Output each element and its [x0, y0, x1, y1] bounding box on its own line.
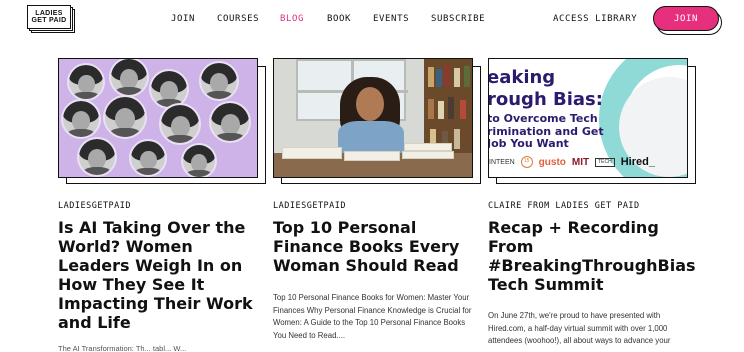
card-title[interactable]: Top 10 Personal Finance Books Every Woma… — [273, 218, 469, 275]
card-title[interactable]: Recap + Recording From #BreakingThroughB… — [488, 218, 696, 294]
card-thumbnail[interactable] — [58, 58, 268, 184]
banner-headline-line-1: eaking — [488, 67, 556, 88]
site-header: LADIES GET PAID JOIN COURSES BLOG BOOK E… — [0, 0, 744, 40]
sponsor-logo: INTEEN — [489, 158, 515, 166]
card-excerpt-cutoff: The AI Transformation: Th... tabl... W..… — [58, 344, 187, 352]
sponsor-logos: INTEEN 15 gusto MIT TECH Hired_ — [489, 155, 655, 169]
card-author: LADIESGETPAID — [58, 201, 132, 211]
blog-card-ai[interactable]: LADIESGETPAID Is AI Taking Over the Worl… — [58, 58, 266, 332]
nav-subscribe[interactable]: SUBSCRIBE — [431, 14, 485, 24]
portrait-photo — [109, 59, 149, 97]
portrait-photo — [199, 61, 239, 101]
hired-logo: Hired_ — [620, 156, 655, 168]
card-title[interactable]: Is AI Taking Over the World? Women Leade… — [58, 218, 254, 332]
portrait-photo — [129, 139, 167, 177]
notebook — [344, 151, 400, 161]
person-face — [356, 87, 384, 121]
open-book — [282, 147, 342, 159]
blog-card-finance-books[interactable]: LADIESGETPAID Top 10 Personal Finance Bo… — [273, 58, 481, 340]
woman-with-books-image[interactable] — [273, 58, 473, 178]
ladies-get-paid-logo[interactable]: LADIES GET PAID — [27, 5, 75, 33]
ai-women-leaders-image[interactable] — [58, 58, 258, 178]
portrait-photo — [77, 137, 117, 177]
nav-events[interactable]: EVENTS — [373, 14, 409, 24]
logo-text-line-1: LADIES — [35, 9, 63, 17]
portrait-photo — [61, 99, 101, 139]
banner-subtitle-line-3: Job You Want — [488, 137, 569, 150]
join-button-face[interactable]: JOIN — [653, 6, 719, 31]
join-button[interactable]: JOIN — [653, 6, 722, 35]
card-thumbnail[interactable] — [273, 58, 483, 184]
bookshelf — [424, 59, 472, 154]
nav-book[interactable]: BOOK — [327, 14, 351, 24]
portrait-photo — [159, 103, 201, 145]
gusto-logo: gusto — [538, 156, 566, 168]
nav-blog[interactable]: BLOG — [280, 14, 304, 24]
breaking-through-bias-banner[interactable]: eaking rough Bias: to Overcome Tech rimi… — [488, 58, 688, 178]
card-author: LADIESGETPAID — [273, 201, 347, 211]
card-excerpt: Top 10 Personal Finance Books for Women:… — [273, 293, 472, 340]
sponsor-logo: TECH — [595, 157, 615, 167]
banner-subtitle: to Overcome Tech rimination and Get Job … — [488, 112, 604, 151]
logo-text-line-2: GET PAID — [31, 17, 67, 24]
portrait-photo — [67, 63, 105, 101]
portrait-photo — [181, 143, 217, 177]
join-button-label: JOIN — [673, 13, 699, 24]
card-excerpt: On June 27th, we're proud to have presen… — [488, 311, 671, 345]
card-thumbnail[interactable]: eaking rough Bias: to Overcome Tech rimi… — [488, 58, 698, 184]
nav-courses[interactable]: COURSES — [217, 14, 259, 24]
portrait-photo — [209, 101, 251, 143]
banner-subtitle-line-1: to Overcome Tech — [488, 112, 598, 125]
banner-headline: eaking rough Bias: — [488, 67, 603, 111]
mit-logo: MIT — [571, 156, 590, 168]
book-stack — [402, 151, 454, 159]
nav-access-library[interactable]: ACCESS LIBRARY — [553, 14, 637, 24]
card-author: CLAIRE FROM LADIES GET PAID — [488, 201, 640, 211]
sponsor-logo: 15 — [520, 156, 533, 168]
book-stack — [404, 143, 452, 151]
portrait-photo — [103, 95, 147, 139]
nav-join[interactable]: JOIN — [171, 14, 195, 24]
blog-card-summit-recap[interactable]: eaking rough Bias: to Overcome Tech rimi… — [488, 58, 696, 345]
logo-stack-front: LADIES GET PAID — [27, 5, 71, 29]
banner-headline-line-2: rough Bias: — [488, 89, 603, 110]
